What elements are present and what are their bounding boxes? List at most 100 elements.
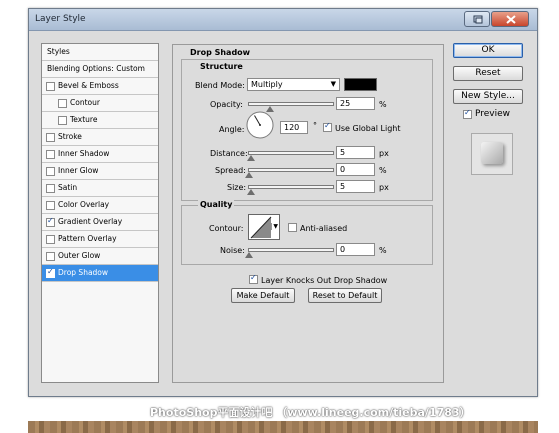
spread-label: Spread: [215, 166, 246, 175]
close-icon [506, 15, 516, 24]
contour-dropdown-icon[interactable]: ▼ [271, 223, 278, 230]
noise-field[interactable]: 0 [336, 243, 375, 256]
anti-aliased-label: Anti-aliased [300, 224, 348, 233]
style-item-drop-shadow[interactable]: Drop Shadow [42, 265, 158, 282]
distance-field[interactable]: 5 [336, 146, 375, 159]
layer-knocks-out-checkbox[interactable] [249, 273, 258, 284]
layer-style-dialog: Layer Style Styles Blending Options: Cus… [28, 8, 538, 397]
use-global-light-label: Use Global Light [335, 124, 401, 133]
style-item-contour[interactable]: Contour [42, 95, 158, 112]
style-item-texture[interactable]: Texture [42, 112, 158, 129]
angle-dial[interactable] [245, 110, 275, 140]
distance-label: Distance: [210, 149, 248, 158]
spread-field[interactable]: 0 [336, 163, 375, 176]
angle-label: Angle: [219, 125, 245, 134]
style-item-label: Texture [70, 115, 98, 124]
distance-unit: px [379, 149, 389, 158]
layer-knocks-out-label: Layer Knocks Out Drop Shadow [261, 276, 388, 285]
style-item-inner-shadow[interactable]: Inner Shadow [42, 146, 158, 163]
style-item-label: Blending Options: Custom [47, 64, 145, 73]
size-field[interactable]: 5 [336, 180, 375, 193]
style-item-stroke[interactable]: Stroke [42, 129, 158, 146]
spread-slider-thumb[interactable] [245, 172, 253, 178]
opacity-label: Opacity: [210, 100, 243, 109]
size-label: Size: [227, 183, 247, 192]
style-item-outer-glow[interactable]: Outer Glow [42, 248, 158, 265]
blend-mode-select[interactable]: Multiply ▼ [247, 78, 340, 91]
preview-swatch [481, 142, 503, 164]
style-item-checkbox[interactable] [46, 82, 55, 91]
preview-thumbnail [471, 133, 513, 175]
ok-button[interactable]: OK [453, 43, 523, 58]
style-item-inner-glow[interactable]: Inner Glow [42, 163, 158, 180]
contour-label: Contour: [209, 224, 244, 233]
shadow-color-swatch[interactable] [344, 78, 377, 91]
watermark-text: PhotoShop平面设计吧 （www.lineeg.com/tieba/178… [150, 406, 471, 419]
size-slider-thumb[interactable] [246, 189, 255, 195]
styles-header[interactable]: Styles [42, 44, 158, 61]
chevron-down-icon: ▼ [330, 80, 336, 88]
style-item-label: Gradient Overlay [58, 217, 123, 226]
style-item-label: Bevel & Emboss [58, 81, 119, 90]
blend-mode-value: Multiply [251, 80, 283, 89]
style-item-blending-options-custom[interactable]: Blending Options: Custom [42, 61, 158, 78]
style-item-checkbox[interactable] [58, 99, 67, 108]
style-item-checkbox[interactable] [46, 167, 55, 176]
style-item-label: Inner Glow [58, 166, 99, 175]
style-item-checkbox[interactable] [46, 252, 55, 261]
style-item-label: Pattern Overlay [58, 234, 117, 243]
style-item-checkbox[interactable] [46, 133, 55, 142]
spread-unit: % [379, 166, 387, 175]
blend-mode-label: Blend Mode: [195, 81, 245, 90]
noise-unit: % [379, 246, 387, 255]
style-item-checkbox[interactable] [58, 116, 67, 125]
noise-slider-thumb[interactable] [245, 252, 253, 258]
close-button[interactable] [491, 11, 529, 27]
style-item-pattern-overlay[interactable]: Pattern Overlay [42, 231, 158, 248]
style-item-label: Satin [58, 183, 78, 192]
style-item-gradient-overlay[interactable]: Gradient Overlay [42, 214, 158, 231]
spread-slider[interactable] [245, 168, 334, 178]
structure-group: Structure Blend Mode: Multiply ▼ Opacity… [181, 59, 433, 201]
style-item-checkbox[interactable] [46, 150, 55, 159]
new-style-button[interactable]: New Style... [453, 89, 523, 104]
reset-to-default-button[interactable]: Reset to Default [308, 288, 382, 303]
contour-picker[interactable]: ▼ [248, 214, 280, 240]
style-item-bevel-emboss[interactable]: Bevel & Emboss [42, 78, 158, 95]
distance-slider[interactable] [246, 151, 334, 161]
opacity-field[interactable]: 25 [336, 97, 375, 110]
opacity-unit: % [379, 100, 387, 109]
style-item-color-overlay[interactable]: Color Overlay [42, 197, 158, 214]
opacity-slider[interactable] [248, 102, 334, 112]
quality-group: Quality Contour: ▼ Anti-aliased Noise: 0… [181, 200, 433, 265]
size-slider[interactable] [246, 185, 334, 195]
section-title: Drop Shadow [190, 48, 251, 57]
make-default-button[interactable]: Make Default [231, 288, 295, 303]
angle-unit: ° [313, 121, 317, 130]
style-item-checkbox[interactable] [46, 216, 55, 227]
contour-linear-icon [250, 216, 272, 239]
restore-icon [473, 15, 483, 24]
preview-label: Preview [475, 109, 511, 119]
size-unit: px [379, 183, 389, 192]
structure-title: Structure [198, 62, 245, 71]
styles-list: Styles Blending Options: Custom Bevel & E… [41, 43, 159, 383]
use-global-light-checkbox[interactable] [323, 121, 332, 132]
noise-slider[interactable] [245, 248, 334, 258]
distance-slider-thumb[interactable] [246, 155, 255, 161]
style-item-checkbox[interactable] [46, 267, 55, 278]
anti-aliased-checkbox[interactable] [288, 223, 297, 232]
title-bar[interactable]: Layer Style [29, 9, 537, 31]
restore-button[interactable] [464, 11, 490, 27]
styles-header-label: Styles [47, 47, 70, 56]
noise-label: Noise: [220, 246, 245, 255]
style-item-checkbox[interactable] [46, 235, 55, 244]
style-item-satin[interactable]: Satin [42, 180, 158, 197]
style-item-checkbox[interactable] [46, 184, 55, 193]
drop-shadow-panel: Drop Shadow Structure Blend Mode: Multip… [172, 44, 444, 383]
angle-field[interactable]: 120 [280, 121, 308, 134]
reset-button[interactable]: Reset [453, 66, 523, 81]
style-item-checkbox[interactable] [46, 201, 55, 210]
preview-checkbox[interactable] [463, 108, 472, 119]
style-item-label: Contour [70, 98, 100, 107]
